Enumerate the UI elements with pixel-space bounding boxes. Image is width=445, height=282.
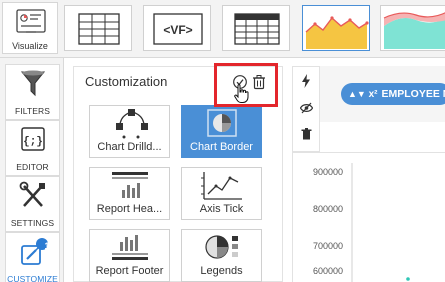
rail-item-filters[interactable]: FILTERS: [5, 64, 60, 120]
field-bar: ▲▼ x² EMPLOYEE N: [320, 66, 445, 122]
eye-slash-icon[interactable]: [293, 101, 319, 119]
chart-drilldown-icon: [116, 109, 148, 139]
rail-item-settings[interactable]: SETTINGS: [5, 176, 60, 232]
chart-border-tile[interactable]: Chart Border: [181, 105, 262, 158]
rail-label-settings: SETTINGS: [10, 218, 55, 228]
data-point: [406, 277, 410, 281]
html-vf-icon: <VF>: [153, 13, 203, 45]
code-braces-icon: {;}: [20, 127, 45, 151]
pivot-table-icon: [234, 13, 280, 45]
report-header-tile[interactable]: Report Hea...: [89, 167, 170, 220]
legends-label: Legends: [200, 265, 243, 277]
chart-preview: 900000 800000 700000 600000: [292, 152, 445, 282]
pill-label: EMPLOYEE N: [381, 88, 445, 100]
rail-item-customize[interactable]: 1 CUSTOMIZE: [5, 232, 60, 282]
chart-drilldown-label: Chart Drilld...: [97, 141, 162, 153]
top-toolbar: Visualize <VF>: [0, 0, 445, 58]
report-footer-tile[interactable]: Report Footer: [89, 229, 170, 282]
rail-label-filters: FILTERS: [14, 106, 51, 116]
axis-tick-icon: [201, 172, 242, 200]
area-chart-view-button[interactable]: [302, 5, 370, 51]
field-actions-strip: [292, 66, 320, 152]
svg-text:{;}: {;}: [23, 136, 43, 148]
report-header-icon: [112, 172, 148, 198]
report-footer-label: Report Footer: [95, 265, 164, 277]
axis-tick-tile[interactable]: Axis Tick: [181, 167, 262, 220]
stacked-area-chart-icon: [383, 12, 445, 49]
report-footer-icon: [112, 235, 148, 260]
chart-border-icon: [207, 109, 237, 137]
visualize-label: Visualize: [12, 41, 48, 51]
x-squared-sort-icon[interactable]: ▲▼ x²: [348, 83, 378, 105]
table-icon: [78, 13, 120, 45]
chart-drilldown-tile[interactable]: Chart Drilld...: [89, 105, 170, 158]
pill-icon-text: x²: [368, 89, 378, 100]
wrench-screwdriver-icon: [19, 181, 45, 207]
legends-icon: [205, 235, 238, 259]
html-vf-label: <VF>: [163, 23, 192, 37]
visualize-icon: [16, 9, 46, 33]
visualize-button[interactable]: Visualize: [2, 2, 58, 54]
panel-title: Customization: [85, 74, 168, 89]
highlight-annotation-box: [214, 63, 278, 107]
funnel-icon: [20, 70, 45, 97]
stacked-area-view-button[interactable]: [380, 5, 445, 51]
axis-tick-label: Axis Tick: [199, 203, 244, 215]
rail-label-customize: CUSTOMIZE: [7, 274, 58, 282]
lightning-icon[interactable]: [293, 74, 319, 93]
rail-label-editor: EDITOR: [16, 162, 49, 172]
employee-field-pill[interactable]: ▲▼ x² EMPLOYEE N: [341, 83, 445, 105]
legends-tile[interactable]: Legends: [181, 229, 262, 282]
html-view-button[interactable]: <VF>: [143, 5, 211, 51]
customize-badge: 1: [44, 241, 50, 251]
rail-item-editor[interactable]: {;} EDITOR: [5, 120, 60, 176]
table-view-button[interactable]: [64, 5, 132, 51]
y-axis-line: [351, 163, 410, 282]
chart-border-label: Chart Border: [190, 141, 253, 153]
area-chart-icon: [305, 16, 369, 49]
report-header-label: Report Hea...: [96, 203, 163, 215]
pivot-view-button[interactable]: [222, 5, 290, 51]
trash-icon[interactable]: [293, 127, 319, 145]
left-icon-rail: FILTERS {;} EDITOR SETTINGS 1 CUSTOMIZE: [0, 58, 64, 282]
